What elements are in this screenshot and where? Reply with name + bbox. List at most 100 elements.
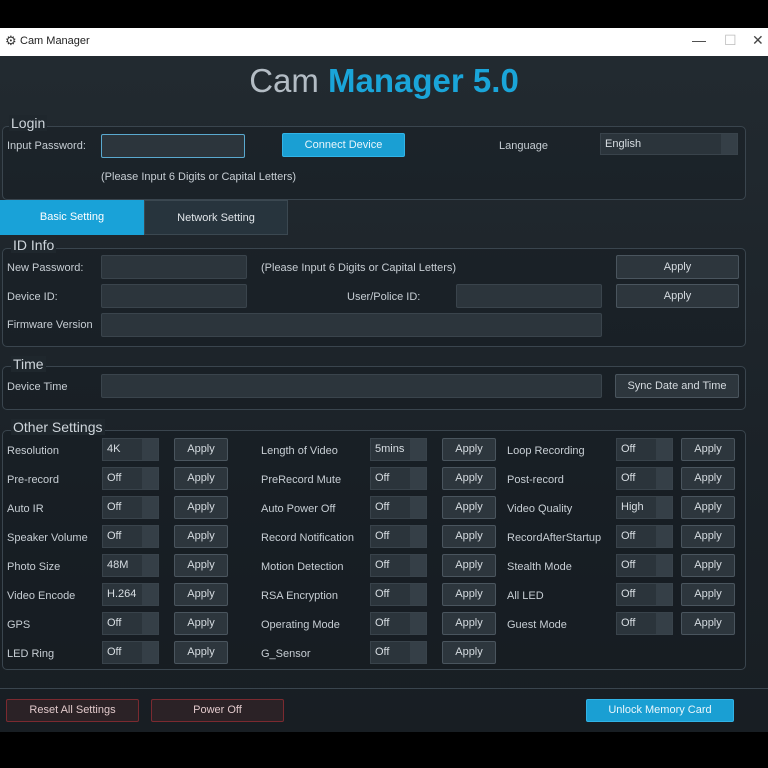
apply-all-led-button[interactable]: Apply [681,583,735,606]
language-label: Language [499,140,548,152]
setting-select-gps[interactable]: Off [102,612,159,635]
sync-date-time-button[interactable]: Sync Date and Time [615,374,739,398]
password-label: Input Password: [7,140,86,152]
connect-device-button[interactable]: Connect Device [282,133,405,157]
setting-select-loop-recording[interactable]: Off [616,438,673,461]
setting-select-g-sensor[interactable]: Off [370,641,427,664]
setting-label-video-encode: Video Encode [7,590,76,602]
tab-basic-setting[interactable]: Basic Setting [0,200,144,235]
apply-recordafterstartup-button[interactable]: Apply [681,525,735,548]
setting-select-record-notification[interactable]: Off [370,525,427,548]
setting-select-operating-mode[interactable]: Off [370,612,427,635]
setting-label-guest-mode: Guest Mode [507,619,567,631]
setting-select-photo-size[interactable]: 48M [102,554,159,577]
unlock-memory-card-button[interactable]: Unlock Memory Card [586,699,734,722]
setting-select-auto-power-off[interactable]: Off [370,496,427,519]
setting-label-led-ring: LED Ring [7,648,55,660]
apply-resolution-button[interactable]: Apply [174,438,228,461]
gear-icon: ⚙ [5,33,17,48]
apply-pre-record-button[interactable]: Apply [174,467,228,490]
device-id-label: Device ID: [7,291,58,303]
apply-stealth-mode-button[interactable]: Apply [681,554,735,577]
setting-select-motion-detection[interactable]: Off [370,554,427,577]
apply-video-quality-button[interactable]: Apply [681,496,735,519]
other-settings-title: Other Settings [11,419,105,435]
apply-loop-recording-button[interactable]: Apply [681,438,735,461]
device-time-field [101,374,602,398]
apply-auto-power-off-button[interactable]: Apply [442,496,496,519]
setting-label-motion-detection: Motion Detection [261,561,344,573]
time-title: Time [11,356,46,372]
window-title: Cam Manager [20,35,90,47]
setting-select-all-led[interactable]: Off [616,583,673,606]
new-password-input[interactable] [101,255,247,279]
setting-select-prerecord-mute[interactable]: Off [370,467,427,490]
apply-speaker-volume-button[interactable]: Apply [174,525,228,548]
apply-g-sensor-button[interactable]: Apply [442,641,496,664]
app-title-manager: Manager 5.0 [328,62,519,99]
reset-all-settings-button[interactable]: Reset All Settings [6,699,139,722]
app-title-cam: Cam [249,62,329,99]
user-id-input[interactable] [456,284,602,308]
setting-select-length-of-video[interactable]: 5mins [370,438,427,461]
setting-select-recordafterstartup[interactable]: Off [616,525,673,548]
setting-label-auto-power-off: Auto Power Off [261,503,336,515]
setting-label-prerecord-mute: PreRecord Mute [261,474,342,486]
language-select[interactable]: English [600,133,738,155]
setting-select-rsa-encryption[interactable]: Off [370,583,427,606]
minimize-button[interactable]: — [692,32,706,48]
apply-new-password-button[interactable]: Apply [616,255,739,279]
apply-length-of-video-button[interactable]: Apply [442,438,496,461]
device-time-label: Device Time [7,381,68,393]
tab-network-setting[interactable]: Network Setting [144,200,288,235]
setting-select-auto-ir[interactable]: Off [102,496,159,519]
apply-prerecord-mute-button[interactable]: Apply [442,467,496,490]
new-password-hint: (Please Input 6 Digits or Capital Letter… [261,262,457,274]
setting-select-guest-mode[interactable]: Off [616,612,673,635]
apply-motion-detection-button[interactable]: Apply [442,554,496,577]
setting-select-video-quality[interactable]: High [616,496,673,519]
id-info-title: ID Info [11,237,57,253]
setting-label-loop-recording: Loop Recording [507,445,585,457]
password-input[interactable] [101,134,245,158]
apply-gps-button[interactable]: Apply [174,612,228,635]
setting-select-speaker-volume[interactable]: Off [102,525,159,548]
setting-label-post-record: Post-record [507,474,564,486]
setting-select-resolution[interactable]: 4K [102,438,159,461]
app-title: Cam Manager 5.0 [0,62,768,100]
firmware-field [101,313,602,337]
setting-select-led-ring[interactable]: Off [102,641,159,664]
close-button[interactable]: ✕ [752,32,764,49]
apply-rsa-encryption-button[interactable]: Apply [442,583,496,606]
apply-video-encode-button[interactable]: Apply [174,583,228,606]
setting-label-all-led: All LED [507,590,544,602]
apply-photo-size-button[interactable]: Apply [174,554,228,577]
setting-select-post-record[interactable]: Off [616,467,673,490]
power-off-button[interactable]: Power Off [151,699,284,722]
apply-record-notification-button[interactable]: Apply [442,525,496,548]
apply-guest-mode-button[interactable]: Apply [681,612,735,635]
apply-post-record-button[interactable]: Apply [681,467,735,490]
app-body: Cam Manager 5.0 Login Input Password: (P… [0,56,768,732]
setting-label-record-notification: Record Notification [261,532,354,544]
setting-label-recordafterstartup: RecordAfterStartup [507,532,602,544]
apply-device-id-button[interactable]: Apply [616,284,739,308]
setting-label-resolution: Resolution [7,445,59,457]
footer-divider [0,688,768,689]
apply-operating-mode-button[interactable]: Apply [442,612,496,635]
setting-label-speaker-volume: Speaker Volume [7,532,88,544]
setting-label-g-sensor: G_Sensor [261,648,311,660]
setting-select-stealth-mode[interactable]: Off [616,554,673,577]
setting-label-rsa-encryption: RSA Encryption [261,590,339,602]
password-hint: (Please Input 6 Digits or Capital Letter… [101,171,297,183]
apply-auto-ir-button[interactable]: Apply [174,496,228,519]
setting-select-pre-record[interactable]: Off [102,467,159,490]
apply-led-ring-button[interactable]: Apply [174,641,228,664]
setting-label-photo-size: Photo Size [7,561,61,573]
maximize-button[interactable]: ☐ [724,32,737,49]
device-id-input[interactable] [101,284,247,308]
login-title: Login [9,115,48,131]
setting-label-length-of-video: Length of Video [261,445,338,457]
setting-select-video-encode[interactable]: H.264 [102,583,159,606]
setting-label-video-quality: Video Quality [507,503,573,515]
